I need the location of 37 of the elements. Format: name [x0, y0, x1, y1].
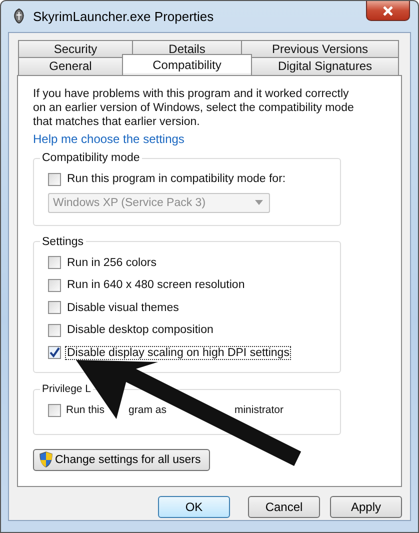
checkbox-label: Run this	[65, 403, 106, 418]
checkbox-label: gram as	[128, 403, 168, 418]
tab[interactable]: Digital Signatures	[251, 57, 399, 76]
checkbox-label: Run this program in compatibility mode for:	[66, 172, 287, 186]
intro-text: If you have problems with this program and it worked correctly on an earlier version of Windows, select the compatibility mode that matches that earlier version.	[33, 87, 355, 129]
checkbox[interactable]	[48, 346, 61, 360]
help-link[interactable]: Help me choose the settings	[33, 132, 184, 146]
tab[interactable]: Previous Versions	[241, 40, 399, 57]
group-title: Settings	[41, 236, 85, 248]
change-settings-button[interactable]: Change settings for all users	[33, 448, 210, 470]
group-title: Compatibility mode	[41, 152, 141, 164]
checkbox-label: Disable desktop composition	[66, 323, 214, 338]
checkmark-icon	[49, 347, 60, 358]
app-icon	[13, 8, 25, 24]
checkbox-label: Run in 256 colors	[66, 256, 158, 270]
dialog-button[interactable]: Cancel	[248, 496, 320, 518]
checkbox[interactable]	[48, 278, 61, 292]
tab[interactable]: General	[18, 57, 123, 76]
tab[interactable]: Compatibility	[122, 54, 252, 73]
dialog-button[interactable]: OK	[158, 496, 230, 518]
checkbox[interactable]	[48, 301, 61, 314]
dropdown-arrow-icon	[255, 200, 263, 205]
group-title: Privilege L	[41, 383, 92, 395]
checkbox-label: Run in 640 x 480 screen resolution	[66, 278, 246, 292]
dialog-button[interactable]: Apply	[330, 496, 402, 518]
window-title: SkyrimLauncher.exe Properties	[33, 8, 215, 24]
checkbox[interactable]	[48, 324, 61, 337]
checkbox[interactable]	[48, 172, 61, 186]
checkbox-label: ministrator	[233, 403, 284, 418]
close-icon	[382, 6, 394, 16]
checkbox-label: Disable visual themes	[66, 300, 180, 315]
close-button[interactable]	[366, 1, 410, 21]
checkbox[interactable]	[48, 256, 61, 270]
shield-icon	[38, 451, 54, 468]
checkbox[interactable]	[48, 404, 61, 417]
tab[interactable]: Security	[18, 40, 133, 57]
checkbox-label: Disable display scaling on high DPI settings	[65, 346, 292, 360]
